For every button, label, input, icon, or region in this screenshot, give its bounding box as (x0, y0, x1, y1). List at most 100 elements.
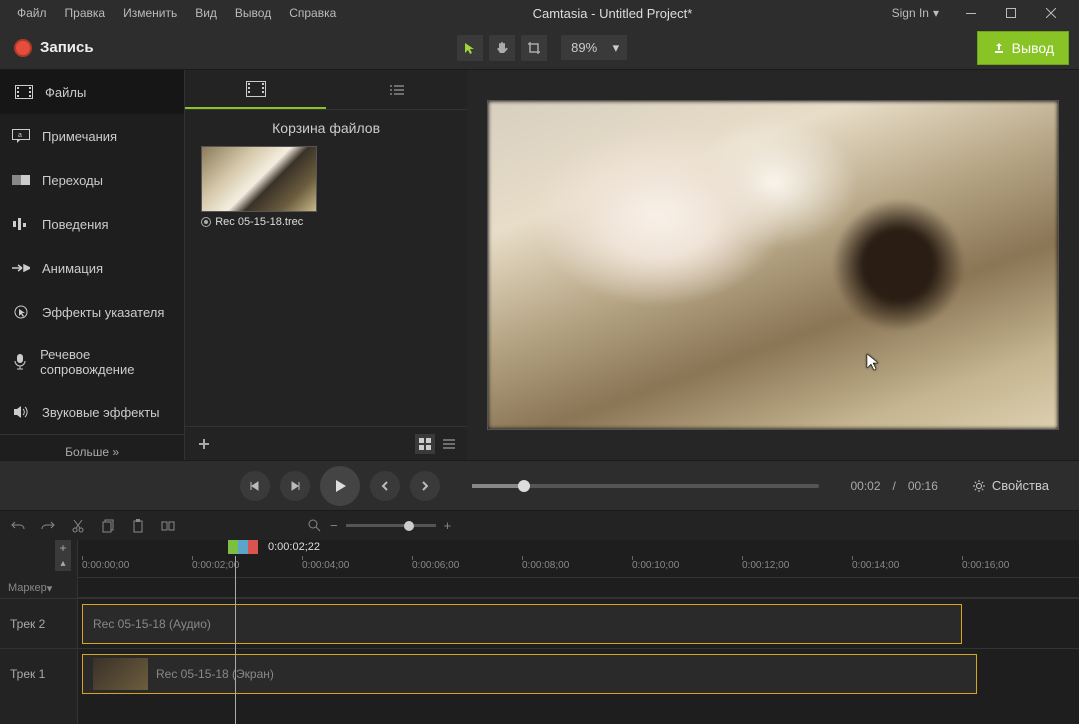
sidebar-item-audio-effects[interactable]: Звуковые эффекты (0, 390, 184, 434)
clip-thumbnail (93, 658, 148, 690)
annotation-icon: a (12, 127, 30, 145)
sidebar-more[interactable]: Больше » (0, 434, 184, 469)
timeline-ruler[interactable]: 0:00:00;00 0:00:02;00 0:00:04;00 0:00:06… (78, 556, 1079, 578)
sidebar-item-voice[interactable]: Речевое сопровождение (0, 334, 184, 390)
record-button[interactable]: Запись (0, 26, 108, 70)
track-label-2[interactable]: Трек 2 (0, 598, 77, 648)
play-button[interactable] (320, 466, 360, 506)
redo-button[interactable] (38, 516, 58, 536)
ruler-tick: 0:00:06;00 (412, 560, 459, 571)
menu-view[interactable]: Вид (186, 3, 226, 23)
grid-view-button[interactable] (415, 434, 435, 454)
scissors-icon (72, 519, 84, 533)
prev-frame-button[interactable] (240, 471, 270, 501)
add-track-button[interactable]: + (55, 540, 71, 556)
video-clip[interactable]: Rec 05-15-18 (Экран) (82, 654, 977, 694)
zoom-in-button[interactable]: + (444, 518, 452, 533)
chevron-down-icon: ▾ (47, 582, 53, 595)
maximize-button[interactable] (991, 0, 1031, 26)
timeline-toolbar: − + (0, 510, 1079, 540)
sidebar-item-media[interactable]: Файлы (0, 70, 184, 114)
playhead-line[interactable] (235, 556, 236, 724)
media-bin: Корзина файлов Rec 05-15-18.trec (185, 70, 467, 460)
sidebar-label: Анимация (42, 261, 103, 276)
media-item[interactable]: Rec 05-15-18.trec (201, 146, 317, 232)
sidebar-item-behaviors[interactable]: Поведения (0, 202, 184, 246)
sidebar-label: Примечания (42, 129, 117, 144)
copy-button[interactable] (98, 516, 118, 536)
sidebar-label: Эффекты указателя (42, 305, 164, 320)
sidebar-label: Поведения (42, 217, 109, 232)
list-view-button[interactable] (439, 434, 459, 454)
playhead[interactable]: 0:00:02;22 (228, 540, 320, 554)
marker-row[interactable] (78, 578, 1079, 598)
timeline-zoom-slider[interactable] (346, 524, 436, 527)
sidebar: Файлы a Примечания Переходы Поведения Ан… (0, 70, 185, 460)
sidebar-item-annotations[interactable]: a Примечания (0, 114, 184, 158)
menu-edit[interactable]: Правка (56, 3, 115, 23)
track-label-1[interactable]: Трек 1 (0, 648, 77, 698)
magnifier-icon (308, 519, 322, 533)
filmstrip-icon (246, 81, 266, 97)
sidebar-label: Звуковые эффекты (42, 405, 160, 420)
close-button[interactable] (1031, 0, 1071, 26)
ruler-tick: 0:00:16;00 (962, 560, 1009, 571)
menu-modify[interactable]: Изменить (114, 3, 186, 23)
marker-label[interactable]: Маркер ▾ (0, 578, 77, 598)
collapse-tracks-button[interactable]: ▴ (55, 555, 71, 571)
list-icon (443, 438, 455, 450)
chevron-down-icon: ▾ (933, 6, 939, 20)
select-tool[interactable] (457, 35, 483, 61)
minimize-button[interactable] (951, 0, 991, 26)
grid-icon (419, 438, 431, 450)
sidebar-item-cursor-effects[interactable]: Эффекты указателя (0, 290, 184, 334)
step-back-button[interactable] (370, 471, 400, 501)
menu-help[interactable]: Справка (280, 3, 345, 23)
copy-icon (102, 519, 114, 533)
sidebar-label: Файлы (45, 85, 86, 100)
crop-tool[interactable] (521, 35, 547, 61)
split-button[interactable] (158, 516, 178, 536)
menu-file[interactable]: Файл (8, 3, 56, 23)
sidebar-item-transitions[interactable]: Переходы (0, 158, 184, 202)
titlebar: Файл Правка Изменить Вид Вывод Справка C… (0, 0, 1079, 26)
properties-button[interactable]: Свойства (962, 472, 1059, 499)
sidebar-item-animations[interactable]: Анимация (0, 246, 184, 290)
toolbar: Запись 89% ▾ Вывод (0, 26, 1079, 70)
ruler-tick: 0:00:14;00 (852, 560, 899, 571)
chevron-right-icon (420, 480, 430, 492)
minimize-icon (966, 13, 976, 14)
ruler-tick: 0:00:00;00 (82, 560, 129, 571)
sidebar-label: Речевое сопровождение (40, 347, 172, 377)
pan-tool[interactable] (489, 35, 515, 61)
ruler-tick: 0:00:12;00 (742, 560, 789, 571)
redo-icon (41, 520, 55, 532)
timeline-track-2[interactable]: Rec 05-15-18 (Аудио) (78, 598, 1079, 648)
bin-tab-library[interactable] (326, 70, 467, 109)
chevron-down-icon: ▾ (613, 40, 620, 56)
paste-button[interactable] (128, 516, 148, 536)
undo-button[interactable] (8, 516, 28, 536)
split-icon (161, 519, 175, 533)
recording-icon (201, 217, 211, 227)
ruler-tick: 0:00:04;00 (302, 560, 349, 571)
audio-clip[interactable]: Rec 05-15-18 (Аудио) (82, 604, 962, 644)
bin-tab-media[interactable] (185, 70, 326, 109)
zoom-out-button[interactable]: − (330, 518, 338, 533)
skip-back-icon (249, 480, 261, 492)
next-frame-button[interactable] (280, 471, 310, 501)
playback-slider[interactable] (472, 484, 819, 488)
canvas[interactable] (487, 100, 1059, 430)
menu-share[interactable]: Вывод (226, 3, 280, 23)
media-name: Rec 05-15-18.trec (215, 216, 303, 228)
cut-button[interactable] (68, 516, 88, 536)
timeline-track-1[interactable]: Rec 05-15-18 (Экран) (78, 648, 1079, 698)
export-button[interactable]: Вывод (977, 31, 1069, 65)
zoom-select[interactable]: 89% ▾ (561, 35, 627, 60)
signin-button[interactable]: Sign In ▾ (880, 6, 951, 20)
canvas-area (467, 70, 1079, 460)
time-separator: / (893, 479, 896, 493)
step-forward-button[interactable] (410, 471, 440, 501)
add-media-button[interactable] (193, 433, 215, 455)
record-icon (14, 39, 32, 57)
